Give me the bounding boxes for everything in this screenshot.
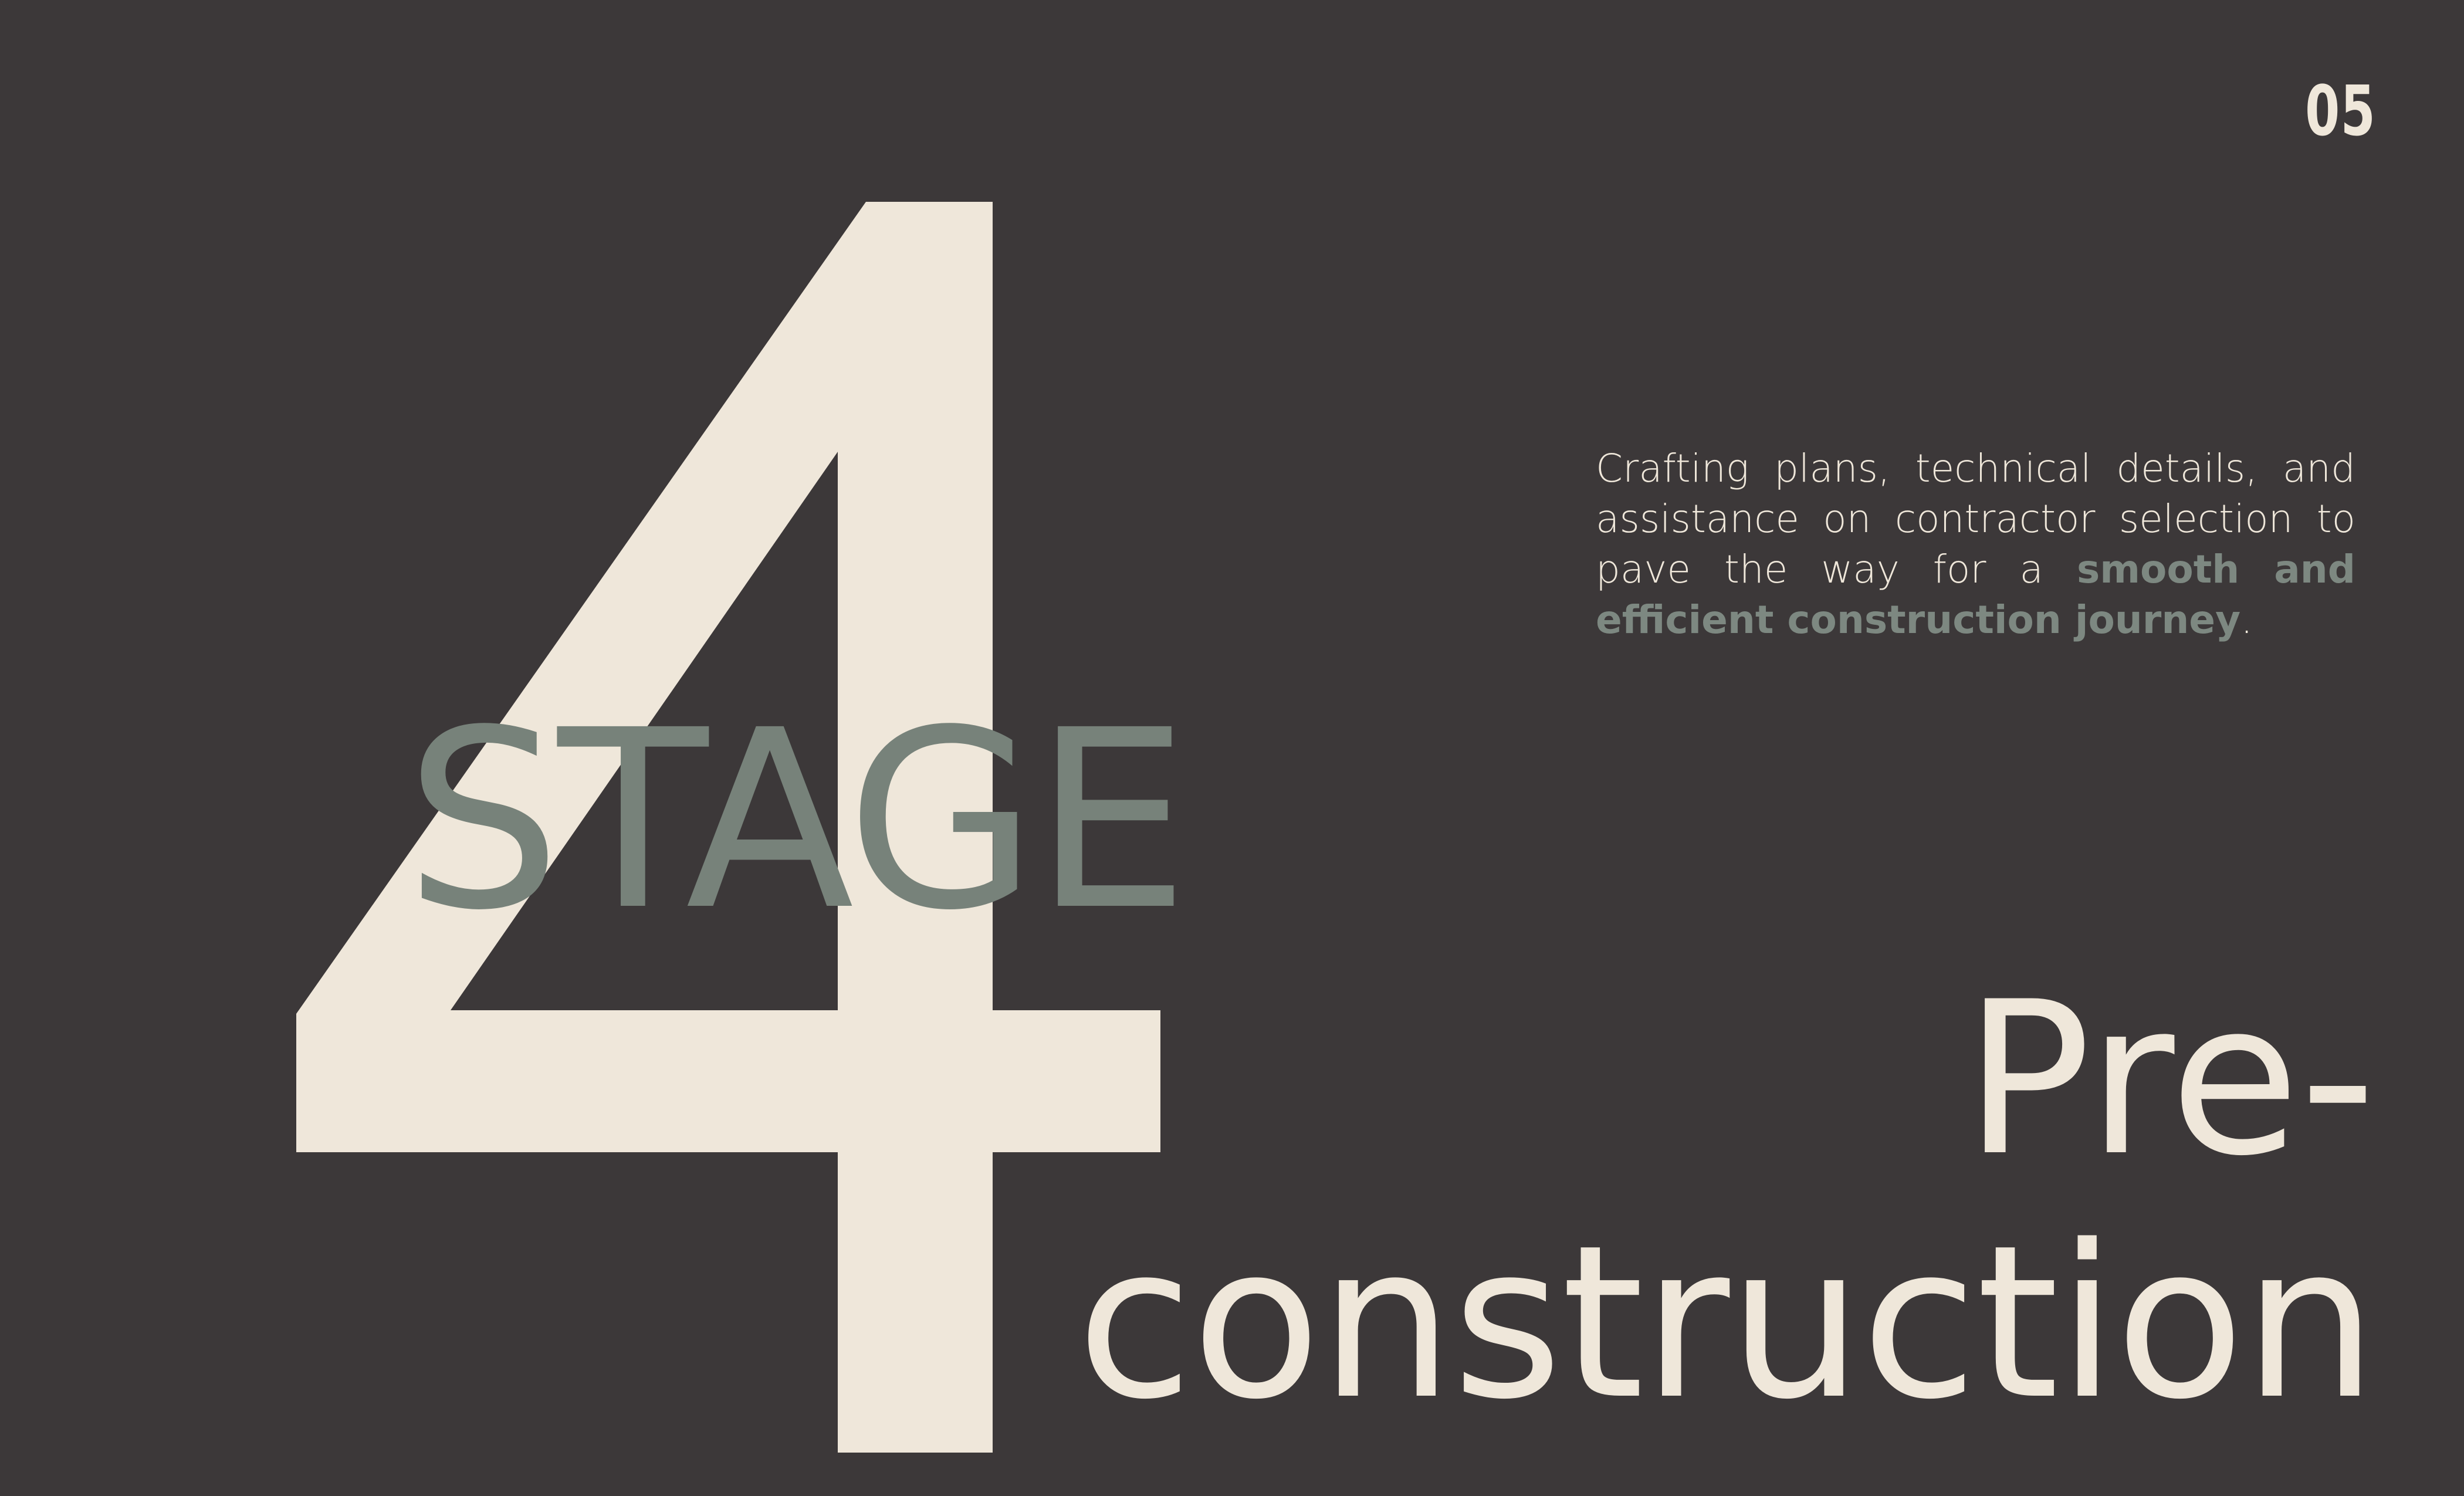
page-title-line-2: construction <box>1077 1200 2377 1446</box>
intro-end: . <box>2240 597 2253 642</box>
stage-label: STAGE <box>405 678 1189 964</box>
intro-paragraph: Crafting plans, technical details, and a… <box>1596 444 2355 645</box>
page-number: 05 <box>2304 70 2376 151</box>
page-title-line-1: Pre- <box>1964 956 2376 1202</box>
